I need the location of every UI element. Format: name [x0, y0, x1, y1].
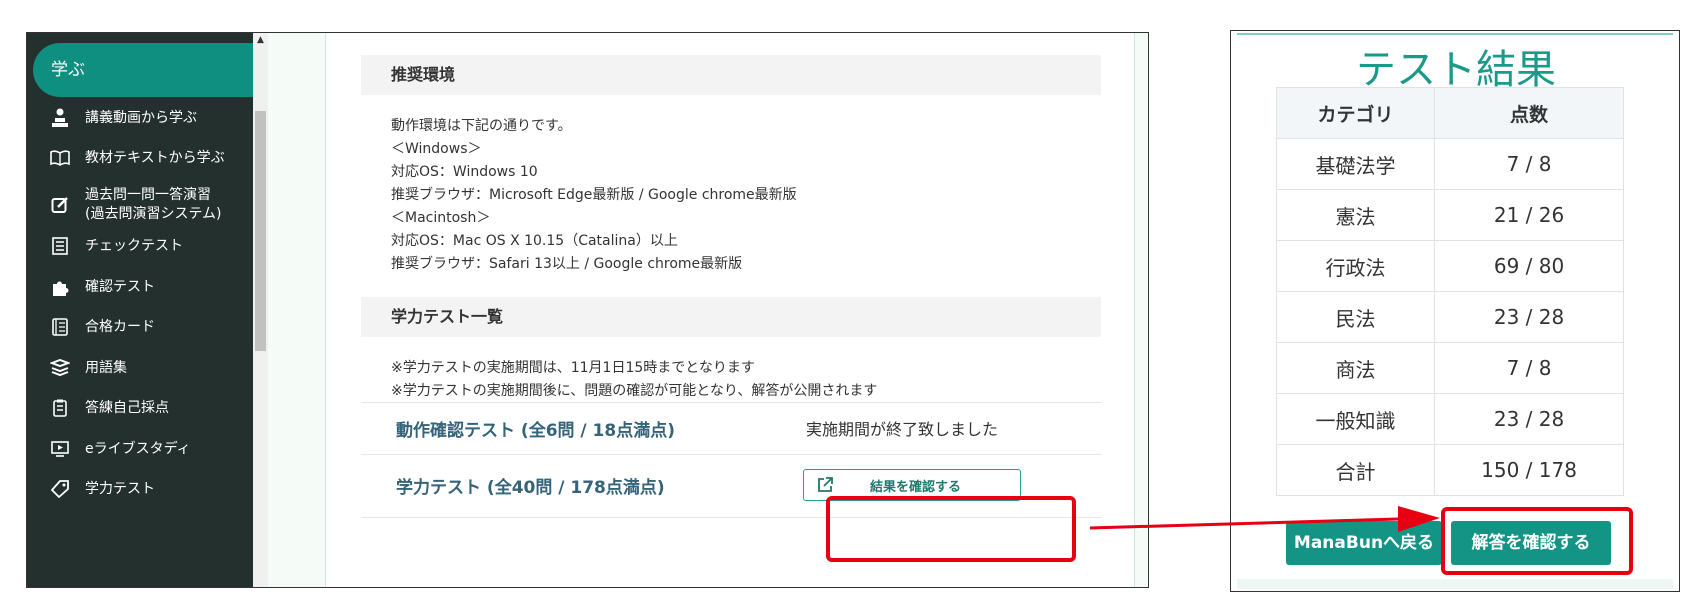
section-heading-environment: 推奨環境: [361, 55, 1101, 95]
scroll-thumb[interactable]: [255, 111, 266, 351]
table-row: 憲法 21 / 26: [1275, 189, 1624, 241]
env-line: 推奨ブラウザ：Safari 13以上 / Google chrome最新版: [391, 256, 743, 272]
bottom-strip: [1237, 579, 1673, 589]
checklist-icon: [49, 235, 71, 257]
clipboard-icon: [49, 397, 71, 419]
test-note: ※学力テストの実施期間後に、問題の確認が可能となり、解答が公開されます: [391, 383, 878, 399]
sidebar-item-glossary[interactable]: 用語集: [27, 357, 253, 379]
sidebar-item-live-study[interactable]: eライブスタディ: [27, 438, 253, 460]
back-to-manabun-button[interactable]: ManaBunへ戻る: [1286, 521, 1442, 565]
test-note: ※学力テストの実施期間は、11月1日15時までとなります: [391, 360, 755, 376]
video-play-icon: [49, 438, 71, 460]
table-row: 商法 7 / 8: [1275, 342, 1624, 394]
column-header-score: 点数: [1434, 87, 1624, 139]
lecturer-icon: [49, 107, 71, 129]
sidebar-scrollbar[interactable]: ▲: [253, 33, 268, 587]
stack-books-icon: [49, 357, 71, 379]
sidebar-item-past-exam[interactable]: 過去問一問一答演習 (過去問演習システム): [27, 185, 253, 225]
category-cell: 行政法: [1275, 240, 1436, 292]
sidebar-item-label: 確認テスト: [85, 278, 155, 295]
sidebar-item-label: 過去問一問一答演習: [85, 187, 211, 203]
results-table: カテゴリ 点数 基礎法学 7 / 8 憲法 21 / 26 行政法 69 / 80 民…: [1275, 87, 1624, 496]
row-divider: [361, 402, 1101, 403]
category-cell: 憲法: [1275, 189, 1436, 241]
category-cell: 民法: [1275, 291, 1436, 343]
column-header-category: カテゴリ: [1275, 87, 1436, 139]
top-accent-line: [1237, 33, 1673, 35]
score-cell: 21 / 26: [1434, 189, 1624, 241]
env-line: 動作環境は下記の通りです。: [391, 118, 572, 134]
test-title-operation-check[interactable]: 動作確認テスト (全6問 / 18点満点): [396, 416, 675, 441]
table-row-total: 合計 150 / 178: [1275, 444, 1624, 496]
row-divider: [361, 454, 1101, 455]
external-link-icon: [816, 476, 834, 494]
sidebar-item-label: 合格カード: [85, 318, 155, 335]
table-row: 行政法 69 / 80: [1275, 240, 1624, 292]
sidebar-item-learn[interactable]: 学ぶ: [33, 43, 253, 97]
card-icon: [49, 316, 71, 338]
sidebar-item-check-test[interactable]: チェックテスト: [27, 235, 253, 257]
score-cell: 69 / 80: [1434, 240, 1624, 292]
sidebar-item-label: 講義動画から学ぶ: [85, 109, 197, 126]
test-status: 実施期間が終了致しました: [806, 420, 999, 439]
section-heading-tests: 学力テスト一覧: [361, 297, 1101, 337]
sidebar-item-ability-test[interactable]: 学力テスト: [27, 478, 253, 500]
sidebar-item-label: eライブスタディ: [85, 440, 191, 457]
test-title-ability-test[interactable]: 学力テスト (全40問 / 178点満点): [396, 473, 665, 498]
edit-note-icon: [49, 194, 71, 216]
score-cell: 150 / 178: [1434, 444, 1624, 496]
table-row: 一般知識 23 / 28: [1275, 393, 1624, 445]
puzzle-icon: [49, 276, 71, 298]
book-open-icon: [49, 147, 71, 169]
score-cell: 23 / 28: [1434, 393, 1624, 445]
category-cell: 基礎法学: [1275, 138, 1436, 190]
sidebar-item-lecture-video[interactable]: 講義動画から学ぶ: [27, 107, 253, 129]
highlight-view-answers: [1441, 507, 1633, 575]
sidebar-item-textbook[interactable]: 教材テキストから学ぶ: [27, 147, 253, 169]
sidebar-item-label: 教材テキストから学ぶ: [85, 149, 225, 166]
scroll-up-arrow-icon[interactable]: ▲: [253, 33, 268, 47]
tag-icon: [49, 478, 71, 500]
sidebar-item-label: 答練自己採点: [85, 399, 169, 416]
sidebar-item-confirm-test[interactable]: 確認テスト: [27, 276, 253, 298]
sidebar-item-label: 用語集: [85, 359, 127, 376]
table-row: 基礎法学 7 / 8: [1275, 138, 1624, 190]
sidebar-item-self-grading[interactable]: 答練自己採点: [27, 397, 253, 419]
category-cell: 合計: [1275, 444, 1436, 496]
env-line: 対応OS：Mac OS X 10.15（Catalina）以上: [391, 233, 678, 249]
env-line: 推奨ブラウザ：Microsoft Edge最新版 / Google chrome…: [391, 187, 797, 203]
table-header-row: カテゴリ 点数: [1275, 87, 1624, 139]
sidebar-item-sublabel: (過去問演習システム): [85, 206, 222, 222]
sidebar-item-label: チェックテスト: [85, 237, 183, 254]
sidebar-item-pass-card[interactable]: 合格カード: [27, 316, 253, 338]
score-cell: 7 / 8: [1434, 342, 1624, 394]
table-row: 民法 23 / 28: [1275, 291, 1624, 343]
highlight-view-results: [826, 496, 1076, 562]
category-cell: 一般知識: [1275, 393, 1436, 445]
category-cell: 商法: [1275, 342, 1436, 394]
env-line: 対応OS：Windows 10: [391, 164, 538, 180]
sidebar-item-label: 学力テスト: [85, 480, 155, 497]
env-line: ＜Macintosh＞: [391, 210, 491, 226]
sidebar: 学ぶ 講義動画から学ぶ 教材テキストから学ぶ 過去問一問一答演習 (過去問演習シ…: [27, 33, 253, 587]
env-line: ＜Windows＞: [391, 141, 482, 157]
score-cell: 7 / 8: [1434, 138, 1624, 190]
score-cell: 23 / 28: [1434, 291, 1624, 343]
